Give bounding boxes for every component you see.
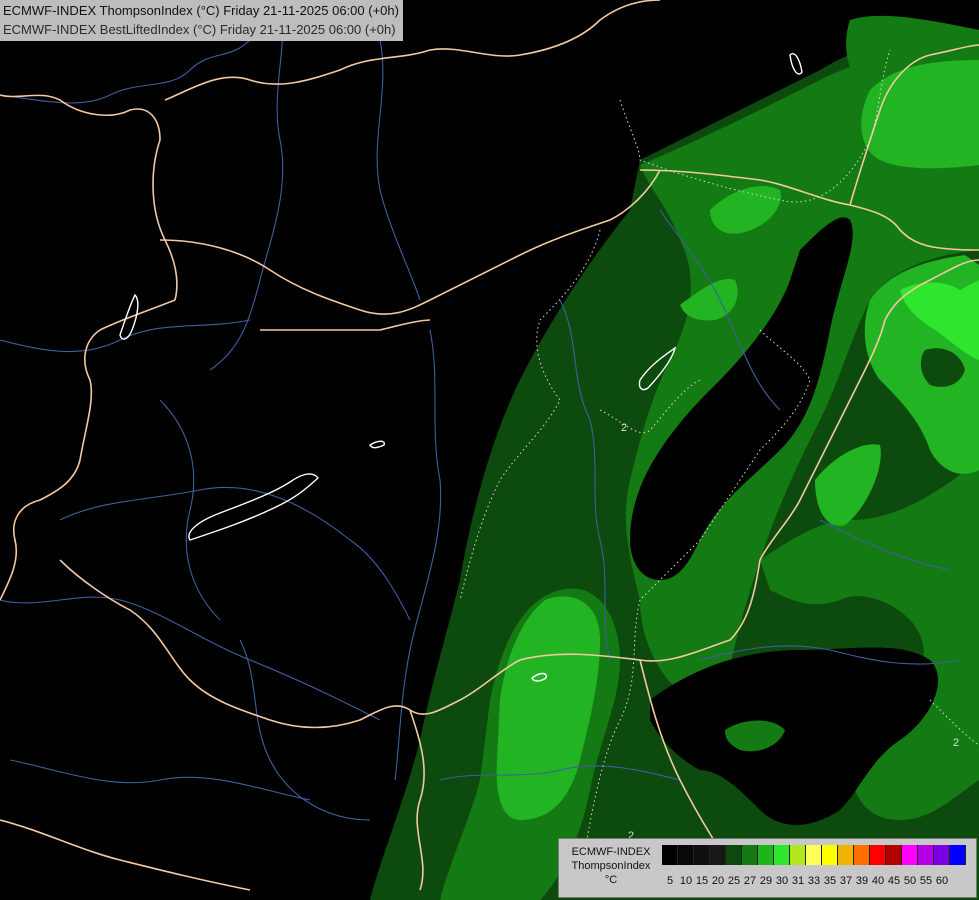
legend-label: 15	[695, 875, 709, 887]
legend-title-line: ThompsonIndex	[571, 860, 651, 872]
legend-label: 10	[679, 875, 693, 887]
legend-label: 40	[871, 875, 885, 887]
legend-title-line: °C	[604, 874, 618, 886]
contour-label: 2	[621, 422, 627, 434]
legend-swatches	[662, 845, 966, 865]
legend-swatch	[886, 845, 902, 865]
legend-swatch	[854, 845, 870, 865]
legend-swatch	[934, 845, 950, 865]
legend-title-line: ECMWF-INDEX	[571, 846, 651, 858]
legend-swatch	[726, 845, 742, 865]
legend-label: 55	[919, 875, 933, 887]
legend-label: 5	[666, 875, 674, 887]
legend-label: 50	[903, 875, 917, 887]
legend-swatch	[774, 845, 790, 865]
legend-swatch	[694, 845, 710, 865]
legend-swatch	[742, 845, 758, 865]
legend-swatch	[870, 845, 886, 865]
legend-swatch	[710, 845, 726, 865]
color-legend: ECMWF-INDEX ThompsonIndex °C 5 10 15 20 25 27…	[558, 838, 977, 898]
legend-label: 27	[743, 875, 757, 887]
legend-swatch	[790, 845, 806, 865]
legend-swatch	[758, 845, 774, 865]
legend-swatch	[950, 845, 966, 865]
map-title-primary: ECMWF-INDEX ThompsonIndex (°C) Friday 21…	[3, 3, 399, 18]
legend-swatch	[662, 845, 678, 865]
legend-label: 60	[935, 875, 949, 887]
legend-label: 37	[839, 875, 853, 887]
legend-label: 30	[775, 875, 789, 887]
legend-label: 33	[807, 875, 821, 887]
legend-swatch	[678, 845, 694, 865]
legend-label: 29	[759, 875, 773, 887]
legend-label: 31	[791, 875, 805, 887]
legend-label: 20	[711, 875, 725, 887]
legend-label: 35	[823, 875, 837, 887]
legend-swatch	[838, 845, 854, 865]
legend-swatch	[902, 845, 918, 865]
legend-swatch	[822, 845, 838, 865]
map-title-secondary: ECMWF-INDEX BestLiftedIndex (°C) Friday …	[3, 22, 396, 37]
legend-label: 39	[855, 875, 869, 887]
weather-map: 2 2 2	[0, 0, 979, 900]
contour-label: 2	[953, 737, 959, 749]
legend-swatch	[918, 845, 934, 865]
legend-label: 25	[727, 875, 741, 887]
map-title-panel: ECMWF-INDEX ThompsonIndex (°C) Friday 21…	[0, 0, 403, 41]
legend-swatch	[806, 845, 822, 865]
legend-label: 45	[887, 875, 901, 887]
legend-title: ECMWF-INDEX ThompsonIndex °C	[561, 845, 661, 887]
